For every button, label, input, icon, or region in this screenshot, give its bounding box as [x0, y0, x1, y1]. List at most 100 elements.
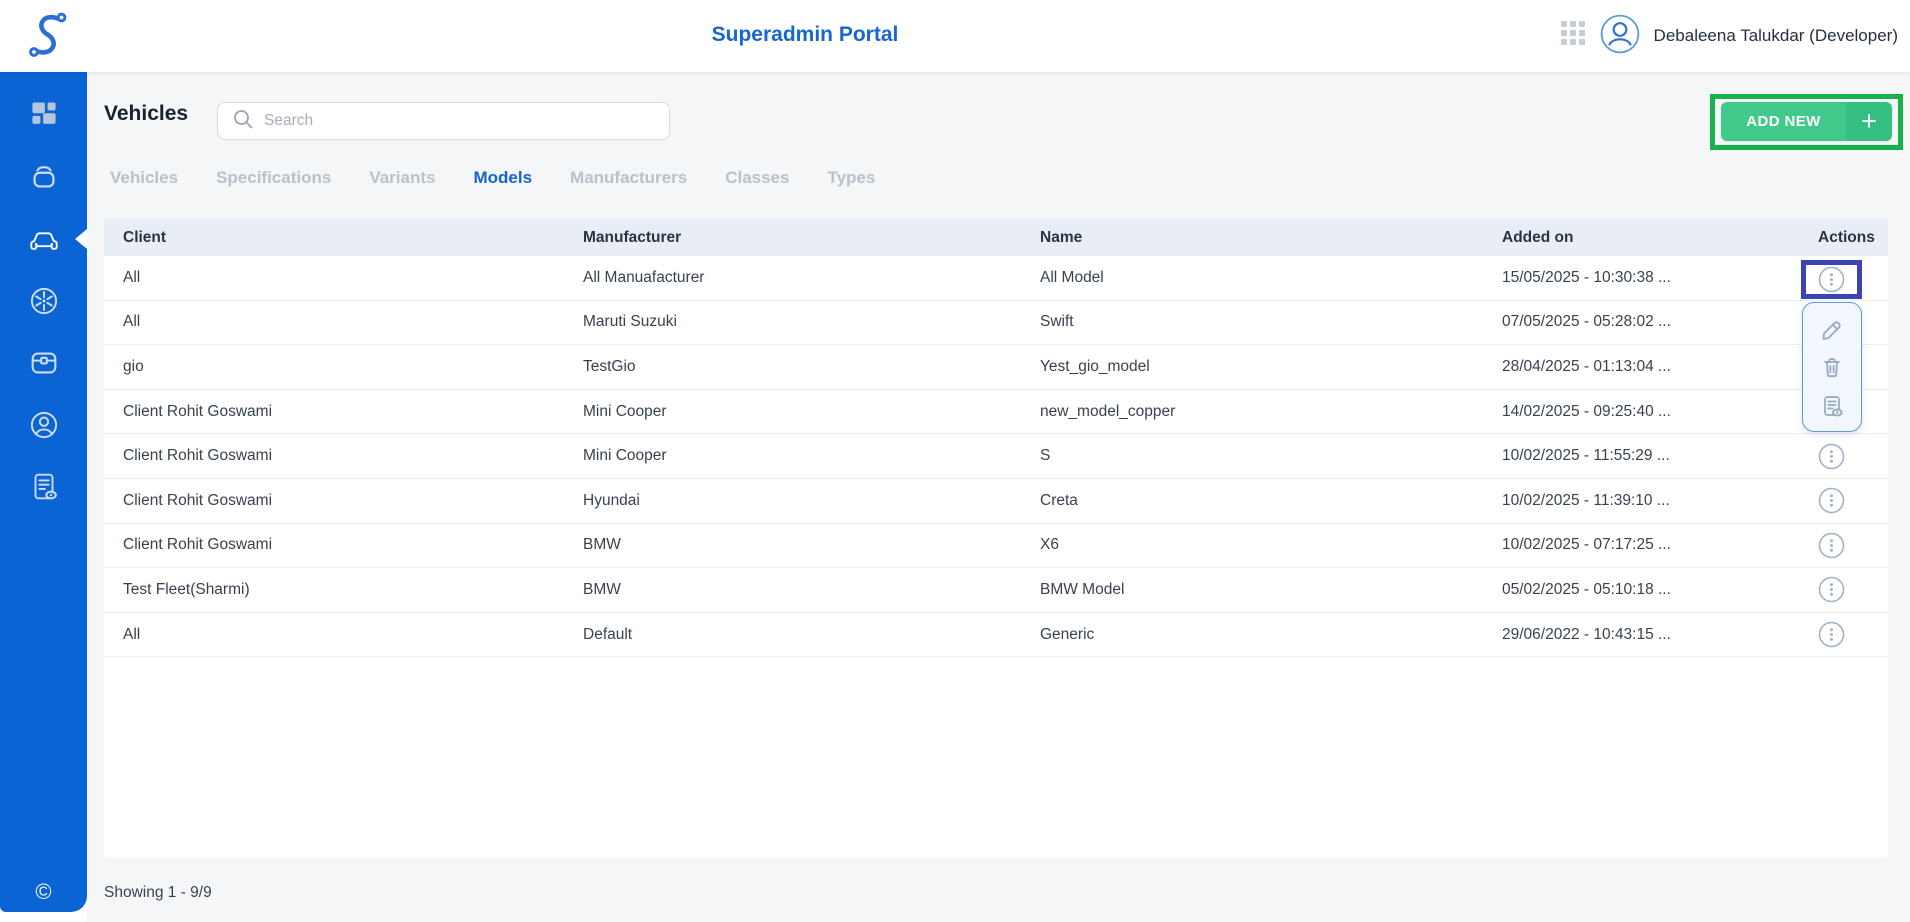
- sidebar-item-vehicles[interactable]: [27, 222, 61, 256]
- tab-bar: Vehicles Specifications Variants Models Manu…: [110, 168, 875, 188]
- main-content: Vehicles ADD NEW + Vehicles Specification…: [87, 72, 1910, 922]
- view-details-icon[interactable]: [1819, 393, 1845, 419]
- cell-actions: [1808, 621, 1888, 648]
- portal-title: Superadmin Portal: [711, 23, 899, 46]
- cell-client: Client Rohit Goswami: [123, 536, 273, 554]
- tab-specifications[interactable]: Specifications: [216, 168, 331, 188]
- table-row: Client Rohit Goswami Mini Cooper S 10/02/20…: [104, 434, 1888, 479]
- cell-manufacturer: BMW: [583, 536, 621, 554]
- cell-name: All Model: [1040, 268, 1104, 286]
- cell-added_on: 10/02/2025 - 07:17:25 ...: [1502, 536, 1671, 554]
- row-actions-button[interactable]: [1818, 443, 1845, 470]
- tab-models[interactable]: Models: [473, 168, 532, 188]
- user-avatar-icon[interactable]: [1600, 14, 1640, 59]
- table-row: gio TestGio Yest_gio_model 28/04/2025 - 01:…: [104, 345, 1888, 390]
- cell-client: Test Fleet(Sharmi): [123, 580, 250, 598]
- sidebar-item-devices[interactable]: [27, 346, 61, 380]
- cell-client: gio: [123, 357, 144, 375]
- add-new-button[interactable]: ADD NEW +: [1721, 102, 1892, 141]
- column-header-added-on: Added on: [1502, 228, 1574, 246]
- user-name[interactable]: Debaleena Talukdar (Developer): [1654, 26, 1898, 46]
- cell-name: Creta: [1040, 491, 1078, 509]
- cell-added_on: 10/02/2025 - 11:55:29 ...: [1502, 447, 1670, 465]
- cell-added_on: 05/02/2025 - 05:10:18 ...: [1502, 580, 1671, 598]
- tab-variants[interactable]: Variants: [369, 168, 435, 188]
- column-header-actions: Actions: [1818, 228, 1875, 246]
- sidebar-item-dashboard[interactable]: [27, 98, 61, 132]
- active-item-notch: [75, 229, 87, 249]
- s-curve-logo-icon[interactable]: [26, 10, 70, 65]
- apps-grid-icon[interactable]: [1560, 21, 1586, 51]
- cell-name: Swift: [1040, 313, 1074, 331]
- sidebar-item-accounts[interactable]: [27, 408, 61, 442]
- cell-actions: [1808, 532, 1888, 559]
- cell-name: Generic: [1040, 625, 1095, 643]
- row-actions-menu: [1802, 302, 1862, 432]
- sidebar-item-wallet[interactable]: [27, 160, 61, 194]
- cell-client: Client Rohit Goswami: [123, 491, 273, 509]
- table-row: Test Fleet(Sharmi) BMW BMW Model 05/02/2025…: [104, 568, 1888, 613]
- cell-actions: [1808, 487, 1888, 514]
- models-table: Client Manufacturer Name Added on Actions Al…: [104, 219, 1888, 858]
- sidebar-item-climate[interactable]: [27, 284, 61, 318]
- table-row: Client Rohit Goswami Mini Cooper new_model…: [104, 389, 1888, 435]
- row-actions-button[interactable]: [1818, 487, 1845, 514]
- cell-client: All: [123, 268, 141, 286]
- cell-manufacturer: Hyundai: [583, 491, 640, 509]
- cell-manufacturer: All Manuafacturer: [583, 268, 705, 286]
- cell-name: BMW Model: [1040, 580, 1125, 598]
- cell-manufacturer: Maruti Suzuki: [583, 313, 677, 331]
- superadmin-portal-app: Superadmin Portal Debaleena Talukdar (De…: [0, 0, 1910, 922]
- cell-added_on: 29/06/2022 - 10:43:15 ...: [1502, 625, 1671, 643]
- table-row: All All Manuafacturer All Model 15/05/2025 …: [104, 256, 1888, 301]
- column-header-client: Client: [123, 228, 167, 246]
- column-header-manufacturer: Manufacturer: [583, 228, 682, 246]
- cell-added_on: 07/05/2025 - 05:28:02 ...: [1502, 313, 1671, 331]
- annotation-box-indigo: [1801, 260, 1862, 299]
- cell-manufacturer: TestGio: [583, 357, 636, 375]
- header-right-cluster: Debaleena Talukdar (Developer): [1560, 0, 1898, 72]
- table-row: Client Rohit Goswami Hyundai Creta 10/02/20…: [104, 478, 1888, 524]
- cell-added_on: 10/02/2025 - 11:39:10 ...: [1502, 491, 1670, 509]
- table-row: All Default Generic 29/06/2022 - 10:43:15 .…: [104, 612, 1888, 658]
- table-header-row: Client Manufacturer Name Added on Actions: [104, 219, 1888, 256]
- cell-manufacturer: Default: [583, 625, 633, 643]
- search-icon: [232, 108, 254, 135]
- pagination-status: Showing 1 - 9/9: [104, 884, 212, 901]
- row-actions-button[interactable]: [1818, 576, 1845, 603]
- tab-types[interactable]: Types: [827, 168, 875, 188]
- cell-added_on: 15/05/2025 - 10:30:38 ...: [1502, 268, 1671, 286]
- cell-name: X6: [1040, 536, 1059, 554]
- cell-name: S: [1040, 447, 1051, 465]
- page-title: Vehicles: [104, 102, 189, 125]
- sidebar-item-reports[interactable]: [27, 470, 61, 504]
- cell-added_on: 14/02/2025 - 09:25:40 ...: [1502, 402, 1671, 420]
- cell-name: Yest_gio_model: [1040, 357, 1150, 375]
- table-row: Client Rohit Goswami BMW X6 10/02/2025 - 07…: [104, 523, 1888, 569]
- cell-client: All: [123, 313, 141, 331]
- tab-vehicles[interactable]: Vehicles: [110, 168, 178, 188]
- search-box: [217, 102, 670, 140]
- add-new-label: ADD NEW: [1721, 102, 1846, 141]
- cell-manufacturer: Mini Cooper: [583, 402, 667, 420]
- table-body: All All Manuafacturer All Model 15/05/2025 …: [104, 256, 1888, 658]
- cell-actions: [1808, 576, 1888, 603]
- cell-manufacturer: Mini Cooper: [583, 447, 667, 465]
- cell-actions: [1808, 443, 1888, 470]
- row-actions-button[interactable]: [1818, 621, 1845, 648]
- tab-classes[interactable]: Classes: [725, 168, 789, 188]
- cell-name: new_model_copper: [1040, 402, 1176, 420]
- delete-trash-icon[interactable]: [1819, 354, 1845, 380]
- tab-manufacturers[interactable]: Manufacturers: [570, 168, 687, 188]
- search-input[interactable]: [264, 112, 644, 130]
- cell-client: All: [123, 625, 141, 643]
- cell-client: Client Rohit Goswami: [123, 447, 273, 465]
- plus-icon: +: [1846, 102, 1892, 141]
- top-header: Superadmin Portal Debaleena Talukdar (De…: [0, 0, 1910, 72]
- column-header-name: Name: [1040, 228, 1083, 246]
- copyright-icon[interactable]: ©: [0, 879, 87, 905]
- row-actions-button[interactable]: [1818, 266, 1845, 293]
- row-actions-button[interactable]: [1818, 532, 1845, 559]
- edit-pencil-icon[interactable]: [1819, 316, 1845, 342]
- sidebar-nav: ©: [0, 72, 87, 912]
